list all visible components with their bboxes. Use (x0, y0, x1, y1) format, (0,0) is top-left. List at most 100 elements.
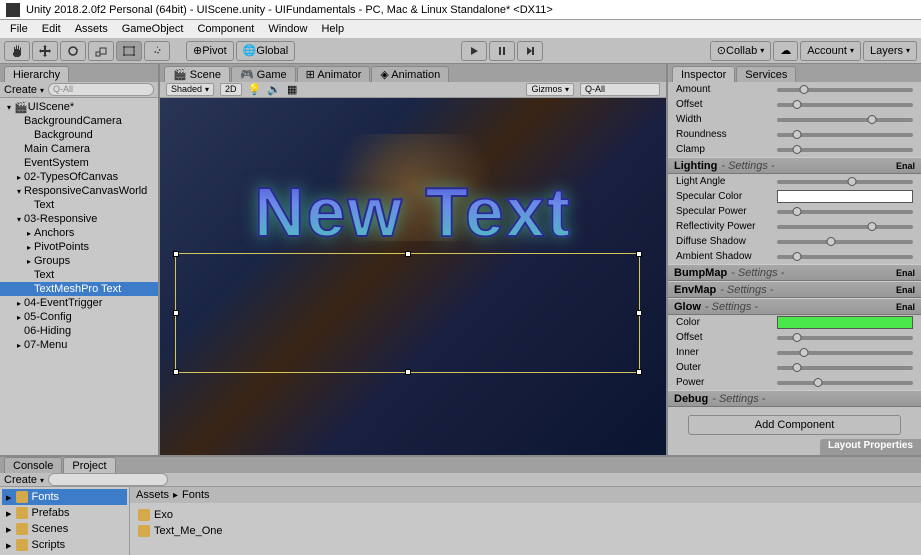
services-tab[interactable]: Services (736, 66, 796, 82)
section-header[interactable]: EnvMap - Settings -Enal (668, 281, 921, 298)
add-component-button[interactable]: Add Component (688, 415, 901, 435)
slider[interactable] (777, 366, 913, 370)
hierarchy-item[interactable]: Text (0, 268, 158, 282)
rotate-tool[interactable] (60, 41, 86, 61)
section-header[interactable]: Glow - Settings -Enal (668, 298, 921, 315)
menu-assets[interactable]: Assets (69, 21, 114, 37)
hierarchy-item[interactable]: Text (0, 198, 158, 212)
hand-tool[interactable] (4, 41, 30, 61)
slider[interactable] (777, 210, 913, 214)
inspector-tab[interactable]: Inspector (672, 66, 735, 82)
2d-toggle[interactable]: 2D (220, 83, 242, 96)
hierarchy-item[interactable]: ▸04-EventTrigger (0, 296, 158, 310)
hierarchy-item[interactable]: BackgroundCamera (0, 114, 158, 128)
slider-roundness[interactable] (777, 133, 913, 137)
hierarchy-search[interactable]: Q-All (48, 83, 154, 96)
slider[interactable] (777, 351, 913, 355)
hierarchy-item[interactable]: ▾ResponsiveCanvasWorld (0, 184, 158, 198)
hierarchy-item[interactable]: 06-Hiding (0, 324, 158, 338)
hierarchy-item[interactable]: ▸05-Config (0, 310, 158, 324)
hierarchy-item[interactable]: EventSystem (0, 156, 158, 170)
hierarchy-tab[interactable]: Hierarchy (4, 66, 69, 82)
slider-clamp[interactable] (777, 148, 913, 152)
selection-rect[interactable] (175, 253, 640, 373)
shading-dropdown[interactable]: Shaded (166, 83, 214, 96)
tab-scene[interactable]: 🎬 Scene (164, 66, 230, 82)
hierarchy-item[interactable]: ▸PivotPoints (0, 240, 158, 254)
rect-tool[interactable] (116, 41, 142, 61)
account-dropdown[interactable]: Account (800, 41, 861, 61)
hierarchy-item[interactable]: TextMeshPro Text (0, 282, 158, 296)
prop-row: Clamp (668, 142, 921, 157)
prop-row: Offset (668, 97, 921, 112)
transform-tool[interactable] (144, 41, 170, 61)
scene-root[interactable]: ▾🎬 UIScene* (0, 100, 158, 114)
hierarchy-item[interactable]: ▸02-TypesOfCanvas (0, 170, 158, 184)
pivot-toggle[interactable]: ⊕ Pivot (186, 41, 234, 61)
fx-toggle[interactable]: ▦ (287, 83, 297, 96)
layers-dropdown[interactable]: Layers (863, 41, 917, 61)
create-dropdown[interactable]: Create (4, 84, 44, 96)
menu-component[interactable]: Component (191, 21, 260, 37)
scale-tool[interactable] (88, 41, 114, 61)
folder-item[interactable]: ▸Scripts (2, 537, 127, 553)
collab-dropdown[interactable]: ⊙ Collab (710, 41, 771, 61)
menu-help[interactable]: Help (315, 21, 350, 37)
cloud-button[interactable]: ☁ (773, 41, 798, 61)
hierarchy-item[interactable]: ▸Groups (0, 254, 158, 268)
section-header[interactable]: Debug - Settings - (668, 390, 921, 407)
global-toggle[interactable]: 🌐 Global (236, 41, 296, 61)
gizmos-dropdown[interactable]: Gizmos (526, 83, 574, 96)
project-create[interactable]: Create (4, 474, 44, 486)
audio-toggle[interactable]: 🔊 (267, 83, 281, 96)
slider[interactable] (777, 180, 913, 184)
hierarchy-item[interactable]: ▸07-Menu (0, 338, 158, 352)
prop-label: Clamp (676, 144, 771, 155)
slider[interactable] (777, 381, 913, 385)
pause-button[interactable] (489, 41, 515, 61)
textmeshpro-text[interactable]: New Text (254, 172, 572, 252)
prop-row: Roundness (668, 127, 921, 142)
color-swatch[interactable] (777, 190, 913, 203)
slider[interactable] (777, 225, 913, 229)
slider[interactable] (777, 240, 913, 244)
project-search[interactable] (48, 473, 168, 486)
file-item[interactable]: Text_Me_One (134, 523, 917, 539)
color-swatch[interactable] (777, 316, 913, 329)
menu-file[interactable]: File (4, 21, 34, 37)
slider[interactable] (777, 255, 913, 259)
tab-game[interactable]: 🎮 Game (231, 66, 296, 82)
slider[interactable] (777, 336, 913, 340)
menu-edit[interactable]: Edit (36, 21, 67, 37)
prop-label: Offset (676, 99, 771, 110)
layout-properties-tab[interactable]: Layout Properties (820, 439, 921, 455)
play-button[interactable] (461, 41, 487, 61)
hierarchy-item[interactable]: ▸Anchors (0, 226, 158, 240)
breadcrumb-item[interactable]: Fonts (182, 489, 210, 501)
hierarchy-item[interactable]: Main Camera (0, 142, 158, 156)
hierarchy-item[interactable]: Background (0, 128, 158, 142)
slider-width[interactable] (777, 118, 913, 122)
menu-window[interactable]: Window (262, 21, 313, 37)
console-tab[interactable]: Console (4, 457, 62, 473)
folder-item[interactable]: ▸Scenes (2, 521, 127, 537)
tab-animation[interactable]: ◈ Animation (371, 66, 449, 82)
scene-view[interactable]: New Text (160, 98, 666, 455)
slider-amount[interactable] (777, 88, 913, 92)
tab-animator[interactable]: ⊞ Animator (297, 66, 371, 82)
project-tab[interactable]: Project (63, 457, 115, 473)
file-item[interactable]: Exo (134, 507, 917, 523)
folder-item[interactable]: ▸Prefabs (2, 505, 127, 521)
step-button[interactable] (517, 41, 543, 61)
section-header[interactable]: BumpMap - Settings -Enal (668, 264, 921, 281)
move-tool[interactable] (32, 41, 58, 61)
hierarchy-item[interactable]: ▾03-Responsive (0, 212, 158, 226)
section-header[interactable]: Lighting - Settings -Enal (668, 157, 921, 174)
breadcrumb-item[interactable]: Assets (136, 489, 169, 501)
light-toggle[interactable]: 💡 (248, 83, 262, 96)
menu-gameobject[interactable]: GameObject (116, 21, 190, 37)
folder-item[interactable]: ▸Fonts (2, 489, 127, 505)
scene-search[interactable]: Q-All (580, 83, 660, 96)
project-breadcrumb[interactable]: Assets ▸ Fonts (130, 487, 921, 503)
slider-offset[interactable] (777, 103, 913, 107)
